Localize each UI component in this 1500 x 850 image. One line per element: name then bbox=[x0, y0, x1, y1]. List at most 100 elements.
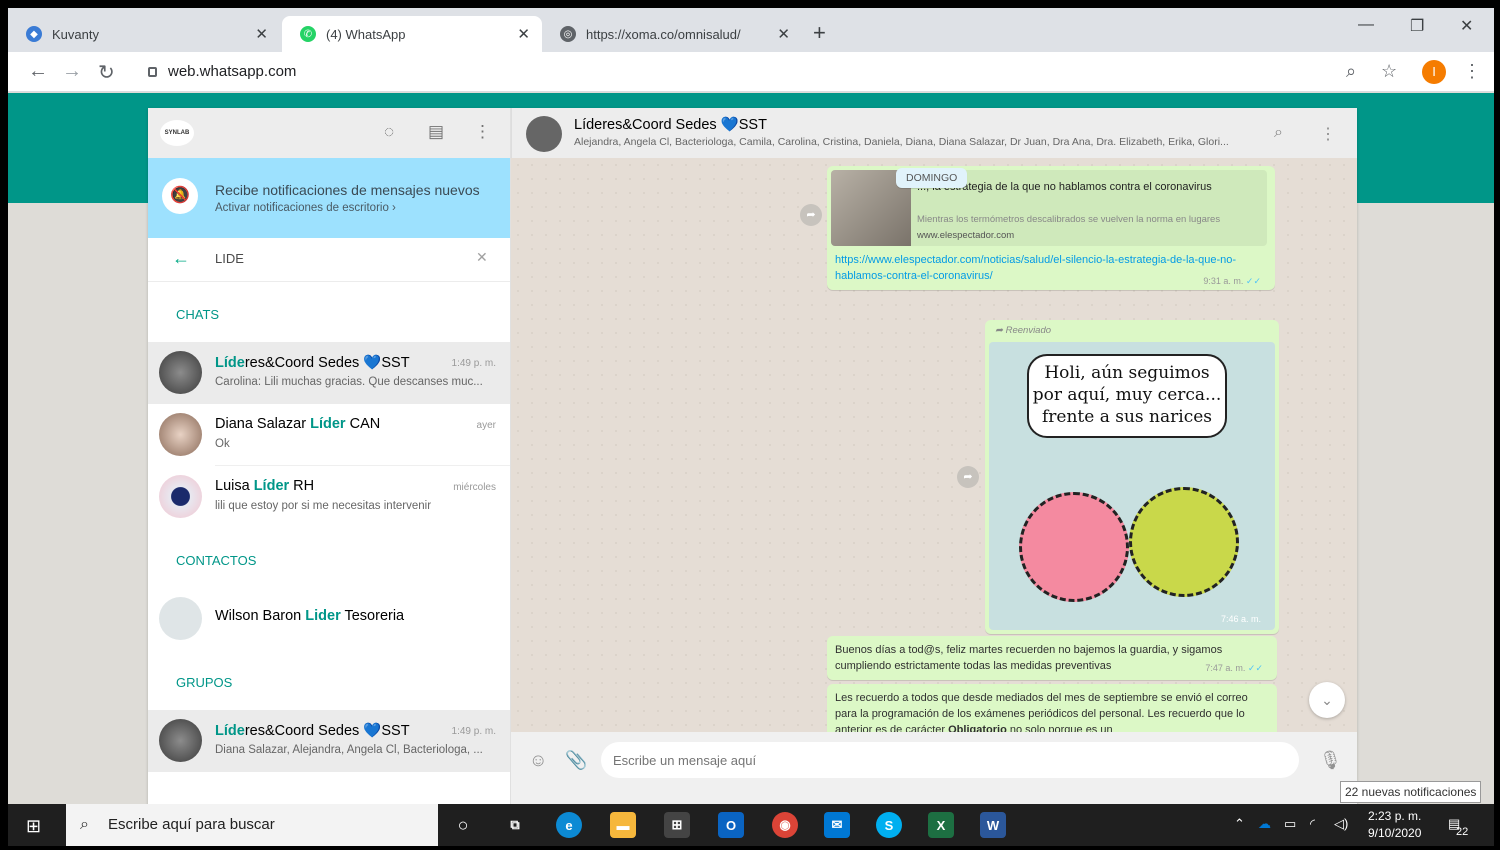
group-time: 1:49 p. m. bbox=[451, 726, 496, 737]
contact-item[interactable]: Wilson Baron Lider Tesoreria bbox=[148, 588, 510, 650]
search-icon[interactable]: ⌕ bbox=[1274, 124, 1283, 142]
avatar bbox=[159, 719, 202, 762]
store-icon[interactable]: ⊞ bbox=[664, 812, 690, 838]
clear-search-icon[interactable]: ✕ bbox=[476, 249, 488, 266]
kuvanty-favicon-icon: ◆ bbox=[26, 26, 42, 42]
desktop-notification-banner[interactable]: 🔕 Recibe notificaciones de mensajes nuev… bbox=[148, 158, 510, 238]
cartoon-image[interactable]: Holi, aún seguimos por aquí, muy cerca..… bbox=[989, 342, 1275, 630]
read-ticks-icon: ✓✓ bbox=[1245, 276, 1261, 286]
tab-whatsapp[interactable]: ✆ (4) WhatsApp ✕ bbox=[282, 16, 542, 52]
close-tab-icon[interactable]: ✕ bbox=[777, 25, 790, 43]
back-arrow-icon[interactable]: ← bbox=[172, 248, 190, 269]
taskbar-search[interactable]: ⌕ Escribe aquí para buscar bbox=[66, 804, 438, 846]
link-url[interactable]: https://www.elespectador.com/noticias/sa… bbox=[835, 252, 1265, 284]
tab-omnisalud[interactable]: ◎ https://xoma.co/omnisalud/ ✕ bbox=[542, 16, 802, 52]
file-explorer-icon[interactable]: ▬ bbox=[610, 812, 636, 838]
sidebar: SYNLAB ◌ ▤ ⋮ 🔕 Recibe notificaciones de … bbox=[148, 108, 511, 808]
notification-link[interactable]: Activar notificaciones de escritorio › bbox=[215, 202, 396, 214]
section-groups: GRUPOS bbox=[148, 650, 510, 710]
close-window-button[interactable]: ✕ bbox=[1460, 16, 1473, 36]
pink-virus-illustration bbox=[1019, 492, 1129, 602]
excel-icon[interactable]: X bbox=[928, 812, 954, 838]
windows-start-icon[interactable]: ⊞ bbox=[26, 816, 41, 837]
outlook-icon[interactable]: O bbox=[718, 812, 744, 838]
profile-logo[interactable]: SYNLAB bbox=[160, 120, 194, 146]
bookmark-star-icon[interactable]: ☆ bbox=[1381, 61, 1397, 82]
url-text: web.whatsapp.com bbox=[168, 63, 297, 80]
new-chat-icon[interactable]: ▤ bbox=[428, 122, 444, 142]
chat-item[interactable]: Líderes&Coord Sedes 💙SST 1:49 p. m. Caro… bbox=[148, 342, 510, 404]
volume-icon[interactable]: ◁) bbox=[1334, 816, 1348, 832]
chat-time: ayer bbox=[476, 420, 496, 431]
conversation-header[interactable]: Líderes&Coord Sedes 💙SST Alejandra, Ange… bbox=[511, 108, 1357, 158]
address-bar[interactable]: web.whatsapp.com bbox=[148, 58, 1338, 86]
close-tab-icon[interactable]: ✕ bbox=[517, 25, 530, 43]
search-input[interactable]: LIDE bbox=[215, 251, 244, 266]
menu-icon[interactable]: ⋮ bbox=[1320, 124, 1336, 144]
text-message: Buenos días a tod@s, feliz martes recuer… bbox=[827, 636, 1277, 680]
back-button[interactable]: ← bbox=[28, 60, 48, 83]
battery-icon[interactable]: ▭ bbox=[1284, 816, 1296, 832]
chat-item[interactable]: Luisa Líder RH miércoles lili que estoy … bbox=[148, 466, 510, 528]
taskbar-clock[interactable]: 2:23 p. m. 9/10/2020 bbox=[1368, 808, 1421, 842]
restore-button[interactable]: ❐ bbox=[1410, 16, 1424, 36]
mail-icon[interactable]: ✉ bbox=[824, 812, 850, 838]
avatar bbox=[159, 351, 202, 394]
chat-time: miércoles bbox=[453, 482, 496, 493]
conversation-panel: Líderes&Coord Sedes 💙SST Alejandra, Ange… bbox=[511, 108, 1357, 808]
bell-off-icon: 🔕 bbox=[162, 178, 198, 214]
notification-toast[interactable]: 22 nuevas notificaciones bbox=[1340, 781, 1482, 803]
chat-preview: Carolina: Lili muchas gracias. Que desca… bbox=[215, 376, 483, 388]
zoom-icon[interactable]: ⌕ bbox=[1346, 61, 1356, 82]
link-title: ..., la estrategia de la que no hablamos… bbox=[917, 181, 1212, 193]
forward-button[interactable]: → bbox=[62, 60, 82, 83]
edge-icon[interactable]: e bbox=[556, 812, 582, 838]
word-icon[interactable]: W bbox=[980, 812, 1006, 838]
close-tab-icon[interactable]: ✕ bbox=[255, 25, 268, 43]
forward-icon[interactable]: ➦ bbox=[957, 466, 979, 488]
section-contacts: CONTACTOS bbox=[148, 528, 510, 588]
tab-kuvanty[interactable]: ◆ Kuvanty ✕ bbox=[8, 16, 280, 52]
messages-area: ➦ ..., la estrategia de la que no hablam… bbox=[511, 158, 1357, 732]
message-input[interactable] bbox=[601, 742, 1299, 778]
group-avatar[interactable] bbox=[526, 116, 562, 152]
search-bar: ← LIDE ✕ bbox=[148, 238, 510, 282]
notification-title: Recibe notificaciones de mensajes nuevos bbox=[215, 182, 480, 198]
clock-time: 2:23 p. m. bbox=[1368, 809, 1422, 823]
chat-name: Diana Salazar Líder CAN bbox=[215, 416, 381, 432]
profile-avatar[interactable]: I bbox=[1422, 60, 1446, 84]
status-icon[interactable]: ◌ bbox=[384, 122, 394, 142]
whatsapp-app: SYNLAB ◌ ▤ ⋮ 🔕 Recibe notificaciones de … bbox=[148, 108, 1357, 808]
taskbar-search-placeholder: Escribe aquí para buscar bbox=[108, 816, 275, 833]
globe-icon: ◎ bbox=[560, 26, 576, 42]
compose-bar: ☺ 📎 🎙 bbox=[511, 732, 1357, 808]
scroll-down-button[interactable]: ⌄ bbox=[1309, 682, 1345, 718]
new-tab-button[interactable]: + bbox=[813, 20, 826, 46]
section-chats: CHATS bbox=[148, 282, 510, 342]
emoji-icon[interactable]: ☺ bbox=[529, 750, 547, 771]
chat-item[interactable]: Diana Salazar Líder CAN ayer Ok bbox=[148, 404, 510, 466]
tab-title: (4) WhatsApp bbox=[326, 26, 406, 42]
menu-icon[interactable]: ⋮ bbox=[474, 122, 491, 142]
chat-name: Líderes&Coord Sedes 💙SST bbox=[215, 355, 410, 371]
cortana-icon[interactable]: ○ bbox=[450, 812, 476, 838]
wifi-icon[interactable]: ◜ bbox=[1310, 816, 1315, 832]
attach-icon[interactable]: 📎 bbox=[565, 750, 587, 771]
chrome-menu-icon[interactable]: ⋮ bbox=[1463, 61, 1481, 82]
search-icon: ⌕ bbox=[80, 816, 89, 833]
task-view-icon[interactable]: ⧉ bbox=[502, 812, 528, 838]
onedrive-icon[interactable]: ☁ bbox=[1258, 816, 1271, 832]
tray-overflow-icon[interactable]: ⌃ bbox=[1234, 816, 1245, 832]
chat-preview: lili que estoy por si me necesitas inter… bbox=[215, 500, 432, 512]
conversation-members: Alejandra, Angela Cl, Bacteriologa, Cami… bbox=[574, 136, 1229, 148]
group-item[interactable]: Líderes&Coord Sedes 💙SST 1:49 p. m. Dian… bbox=[148, 710, 510, 772]
reload-button[interactable]: ↻ bbox=[98, 60, 115, 85]
minimize-button[interactable]: — bbox=[1358, 16, 1374, 34]
conversation-title: Líderes&Coord Sedes 💙SST bbox=[574, 117, 767, 133]
group-preview: Diana Salazar, Alejandra, Angela Cl, Bac… bbox=[215, 744, 483, 756]
chrome-icon[interactable]: ◉ bbox=[772, 812, 798, 838]
microphone-icon[interactable]: 🎙 bbox=[1319, 750, 1342, 771]
skype-icon[interactable]: S bbox=[876, 812, 902, 838]
section-title: CHATS bbox=[176, 307, 220, 322]
forward-icon[interactable]: ➦ bbox=[800, 204, 822, 226]
